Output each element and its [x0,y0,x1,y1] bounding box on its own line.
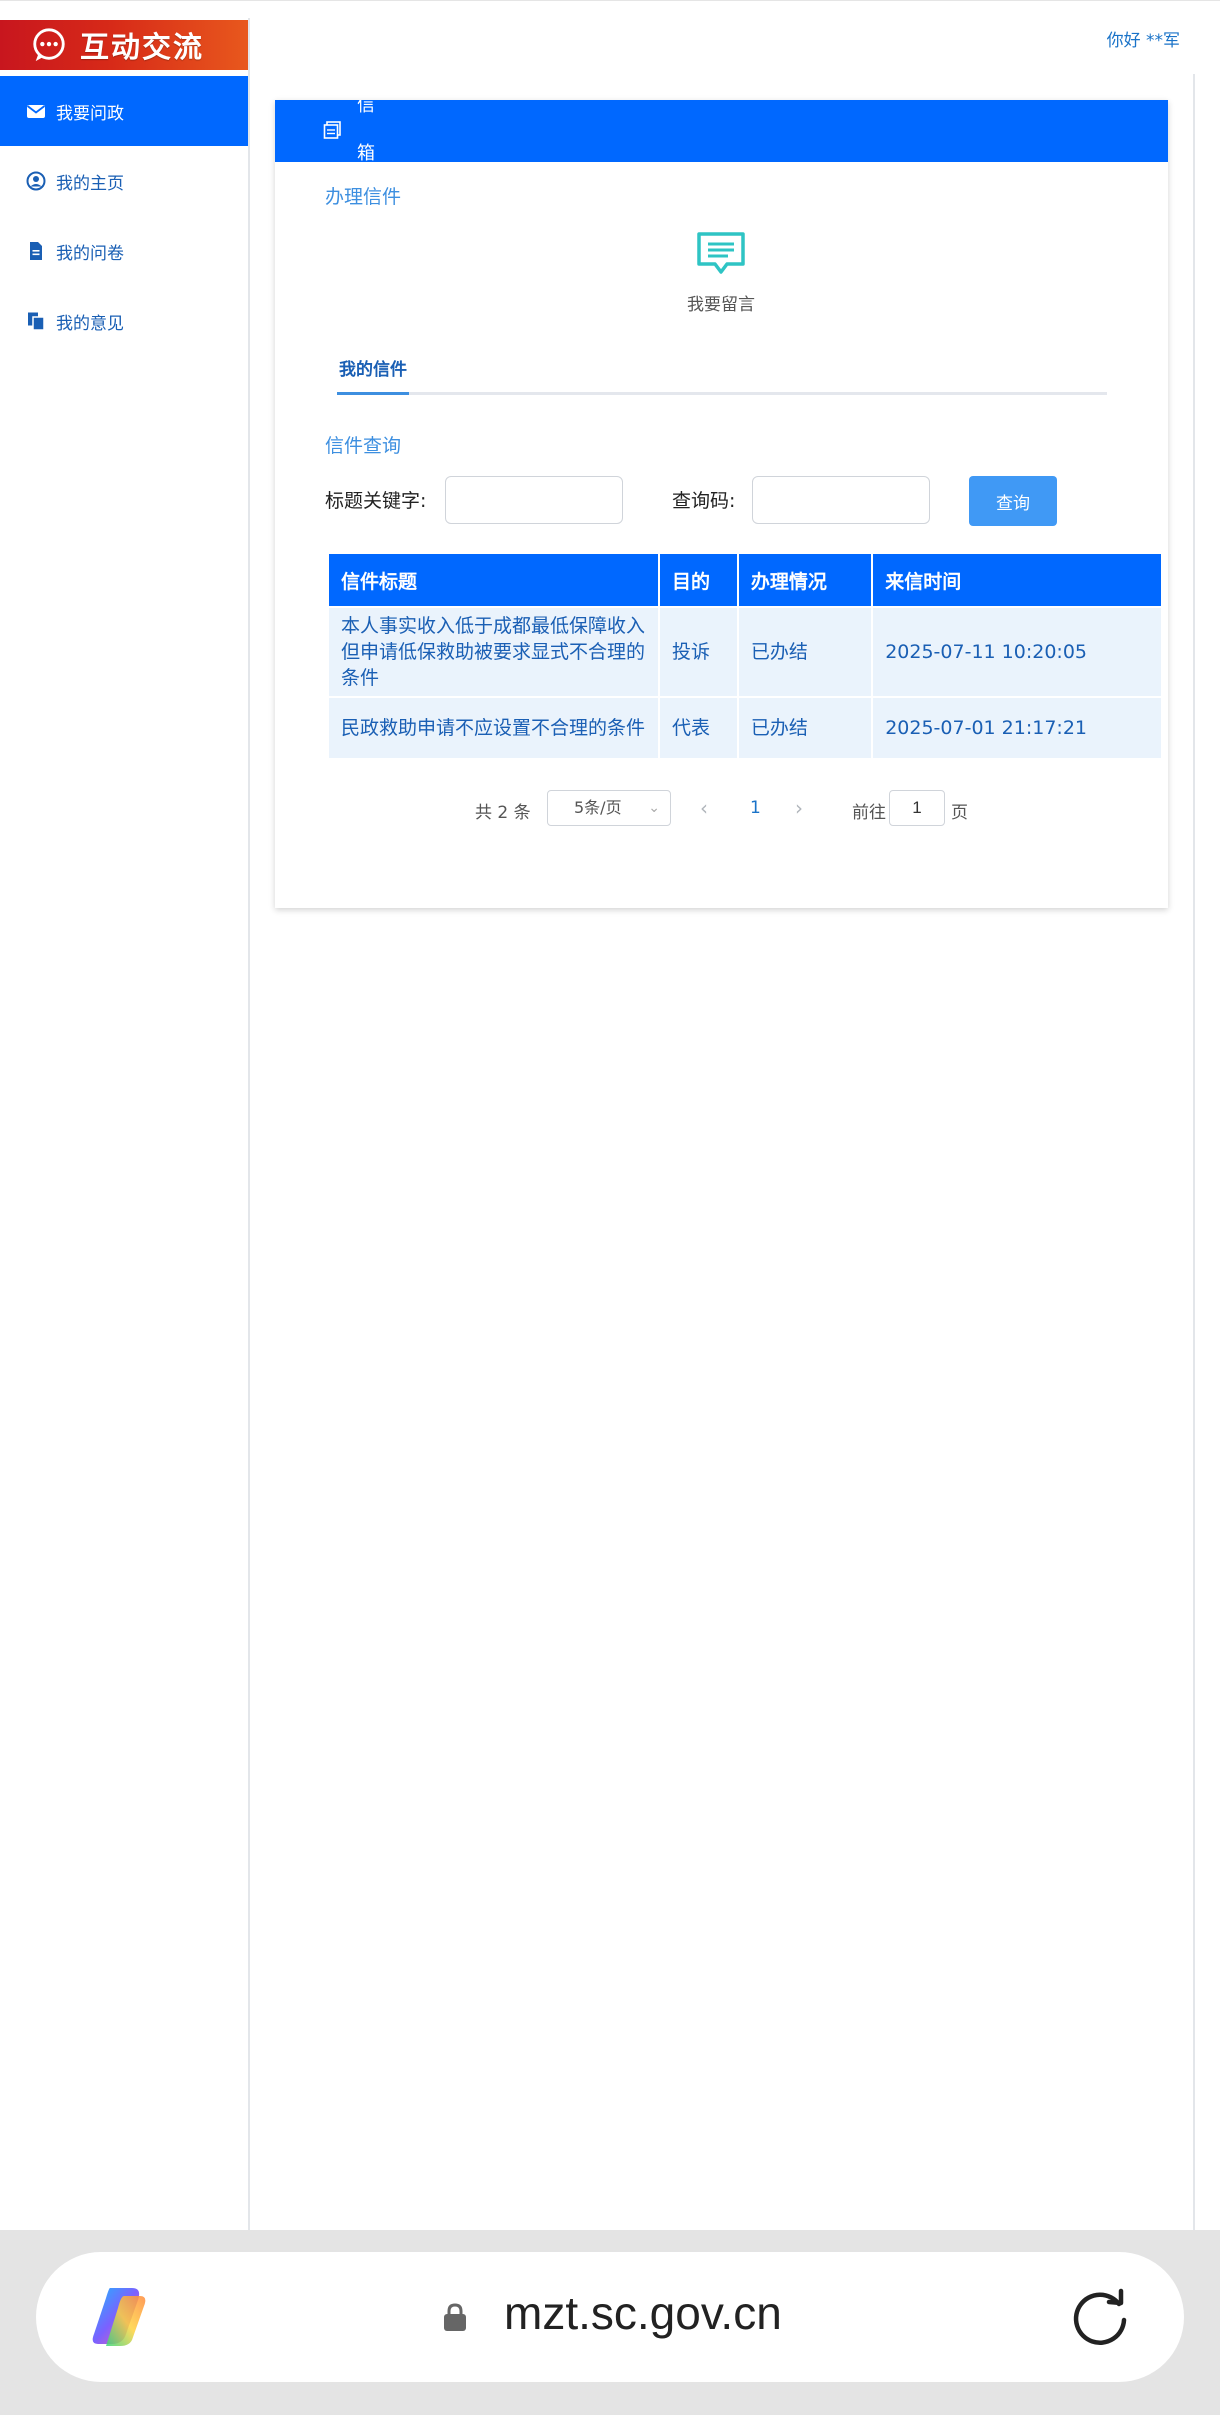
mailbox-card: 信箱 办理信件 我要留言 我的信件 信件查询 标题关键字: 查询码: 查询 信件… [275,100,1168,908]
user-greeting[interactable]: 你好 **军 [1107,26,1180,51]
letters-table: 信件标题 目的 办理情况 来信时间 本人事实收入低于成都最低保障收入但申请低保救… [327,552,1163,760]
sidebar-item-my-questionnaire[interactable]: 我的问卷 [0,216,248,286]
letter-status: 已办结 [738,698,872,758]
total-count: 共 2 条 [475,803,531,823]
keyword-input[interactable] [445,476,623,524]
column-header-title: 信件标题 [329,554,659,606]
sidebar-item-label: 我的主页 [56,173,124,194]
chat-bubble-icon [33,28,65,62]
pagination: 共 2 条 5条/页 ⌄ ‹ 1 › 前往 页 [275,790,1168,826]
leave-message-label: 我要留言 [687,295,755,315]
copilot-icon[interactable] [84,2282,154,2352]
browser-address-bar: mzt.sc.gov.cn [0,2230,1220,2415]
envelope-icon [26,105,46,118]
letter-status: 已办结 [738,608,872,696]
sidebar-item-label: 我要问政 [56,103,124,124]
sidebar: 互动交流 我要问政 我的主页 我的问卷 我的意见 [0,18,250,2230]
card-header-title: 信箱 [357,100,375,162]
goto-page-input[interactable] [889,790,945,826]
tab-my-letters[interactable]: 我的信件 [337,350,409,395]
brand-title: 互动交流 [80,30,205,64]
sidebar-item-label: 我的意见 [56,313,124,334]
column-header-time: 来信时间 [873,554,1161,606]
letter-purpose: 代表 [660,698,737,758]
url-text[interactable]: mzt.sc.gov.cn [504,2286,782,2340]
query-code-input[interactable] [752,476,930,524]
sidebar-item-my-home[interactable]: 我的主页 [0,146,248,216]
card-header: 信箱 [275,100,1168,162]
letter-tabs: 我的信件 [337,350,1107,395]
right-divider [1193,74,1195,2230]
leave-message-button[interactable]: 我要留言 [661,230,781,315]
chevron-down-icon: ⌄ [648,800,660,816]
user-circle-icon [26,171,46,191]
query-button[interactable]: 查询 [969,476,1057,526]
page-unit-label: 页 [951,803,968,823]
brand-banner[interactable]: 互动交流 [0,20,248,70]
next-page-icon[interactable]: › [795,796,803,820]
letter-title-link[interactable]: 本人事实收入低于成都最低保障收入但申请低保救助被要求显式不合理的条件 [329,608,659,696]
query-code-label: 查询码: [672,490,736,512]
goto-label: 前往 [852,803,886,823]
column-header-status: 办理情况 [738,554,872,606]
sidebar-item-label: 我的问卷 [56,243,124,264]
letter-time: 2025-07-01 21:17:21 [873,698,1161,758]
letter-query-label: 信件查询 [325,435,402,457]
table-header-row: 信件标题 目的 办理情况 来信时间 [329,554,1161,606]
sidebar-nav: 我要问政 我的主页 我的问卷 我的意见 [0,76,248,356]
page-size-select[interactable]: 5条/页 ⌄ [547,790,671,826]
letter-title-link[interactable]: 民政救助申请不应设置不合理的条件 [329,698,659,758]
page-number[interactable]: 1 [750,798,761,818]
handle-letters-label: 办理信件 [325,186,402,208]
copy-icon [28,312,45,331]
reload-icon[interactable] [1067,2284,1133,2350]
url-pill[interactable]: mzt.sc.gov.cn [36,2252,1184,2382]
message-icon [697,232,745,274]
keyword-label: 标题关键字: [325,490,427,512]
sidebar-item-ask-government[interactable]: 我要问政 [0,76,248,146]
stack-icon [323,121,341,139]
column-header-purpose: 目的 [660,554,737,606]
letter-time: 2025-07-11 10:20:05 [873,608,1161,696]
page-size-value: 5条/页 [574,798,622,817]
lock-icon [444,2303,466,2331]
document-icon [30,242,42,260]
table-row[interactable]: 本人事实收入低于成都最低保障收入但申请低保救助被要求显式不合理的条件 投诉 已办… [329,608,1161,696]
sidebar-item-my-opinion[interactable]: 我的意见 [0,286,248,356]
table-row[interactable]: 民政救助申请不应设置不合理的条件 代表 已办结 2025-07-01 21:17… [329,698,1161,758]
top-divider [0,0,1220,1]
letter-purpose: 投诉 [660,608,737,696]
prev-page-icon[interactable]: ‹ [700,796,708,820]
